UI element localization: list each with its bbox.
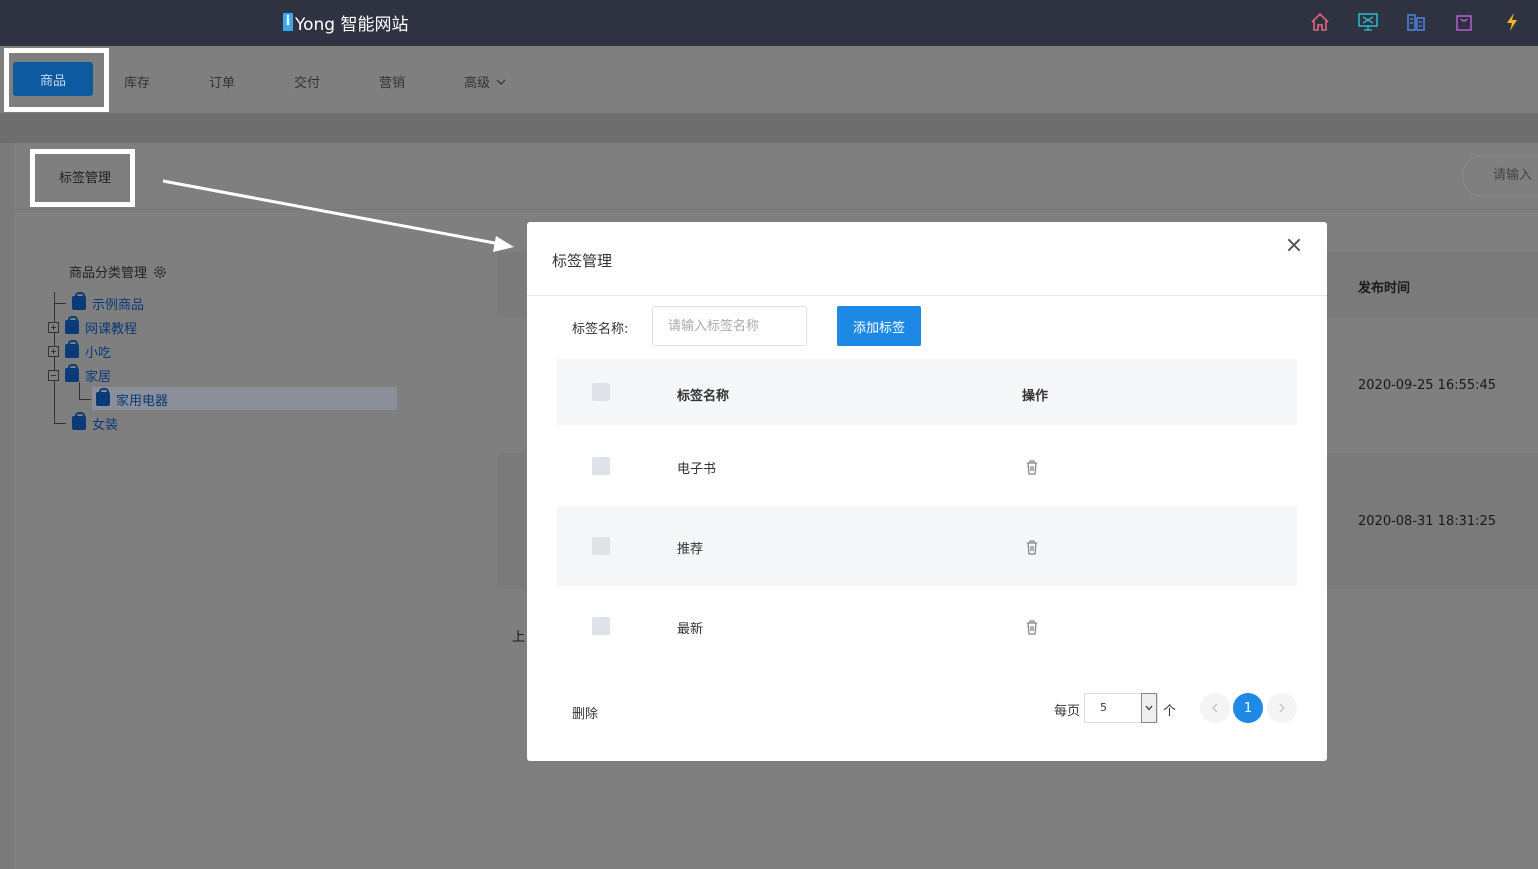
modal-title: 标签管理 [552, 252, 613, 270]
tag-name-label: 标签名称: [572, 322, 629, 337]
row-checkbox[interactable] [592, 457, 610, 475]
select-all-checkbox[interactable] [592, 383, 610, 401]
bulk-delete-button[interactable]: 删除 [572, 703, 598, 722]
page-size-unit: 个 [1163, 704, 1177, 719]
modal-divider [527, 295, 1327, 296]
col-actions: 操作 [1022, 389, 1049, 404]
col-tag-name: 标签名称 [677, 389, 730, 404]
table-row: 电子书 [557, 426, 1297, 506]
tag-manage-modal: 标签管理 标签名称: 添加标签 标签名称 操作 电子书 推荐 最新 删除 每页 … [527, 222, 1327, 761]
page-size-select[interactable]: 5 [1084, 693, 1158, 723]
tag-name-input[interactable] [652, 306, 807, 346]
add-tag-button[interactable]: 添加标签 [837, 306, 921, 346]
trash-icon[interactable] [1025, 539, 1039, 555]
page-button-current[interactable]: 1 [1233, 693, 1263, 723]
page-size-value: 5 [1100, 701, 1107, 714]
table-row: 推荐 [557, 506, 1297, 586]
table-row: 最新 [557, 586, 1297, 666]
close-icon[interactable] [1287, 238, 1301, 252]
tag-name-cell: 推荐 [677, 542, 704, 557]
chevron-left-icon [1212, 703, 1218, 713]
trash-icon[interactable] [1025, 459, 1039, 475]
row-checkbox[interactable] [592, 617, 610, 635]
tag-name-cell: 最新 [677, 622, 704, 637]
tag-table-header: 标签名称 操作 [557, 359, 1297, 425]
trash-icon[interactable] [1025, 619, 1039, 635]
row-checkbox[interactable] [592, 537, 610, 555]
tag-name-cell: 电子书 [677, 462, 717, 477]
prev-page-button[interactable] [1200, 693, 1230, 723]
per-page-label: 每页 [1054, 704, 1081, 719]
chevron-right-icon [1279, 703, 1285, 713]
next-page-button[interactable] [1267, 693, 1297, 723]
chevron-down-icon[interactable] [1141, 693, 1157, 723]
